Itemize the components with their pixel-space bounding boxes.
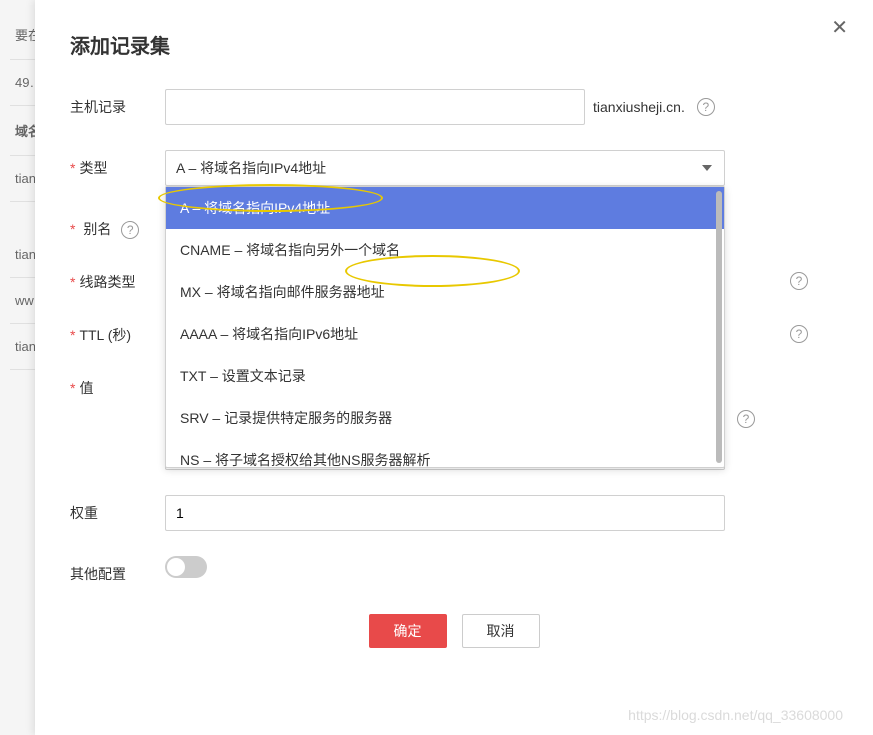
- host-record-row: 主机记录 tianxiusheji.cn. ?: [70, 89, 838, 125]
- type-row: 类型 A – 将域名指向IPv4地址 A – 将域名指向IPv4地址 CNAME…: [70, 150, 838, 186]
- help-icon[interactable]: ?: [121, 221, 139, 239]
- host-input[interactable]: [165, 89, 585, 125]
- confirm-button[interactable]: 确定: [369, 614, 447, 648]
- close-icon: ✕: [831, 17, 848, 39]
- help-icon[interactable]: ?: [790, 325, 808, 343]
- toggle-knob: [167, 558, 185, 576]
- ttl-label: TTL (秒): [70, 317, 165, 345]
- type-label: 类型: [70, 150, 165, 178]
- host-label: 主机记录: [70, 89, 165, 117]
- alias-label: 别名 ?: [70, 211, 165, 239]
- type-selected-value: A – 将域名指向IPv4地址: [176, 158, 326, 178]
- dropdown-option-a[interactable]: A – 将域名指向IPv4地址: [166, 187, 724, 229]
- help-icon[interactable]: ?: [737, 410, 755, 428]
- help-icon[interactable]: ?: [697, 98, 715, 116]
- dropdown-option-aaaa[interactable]: AAAA – 将域名指向IPv6地址: [166, 313, 724, 355]
- scrollbar[interactable]: [716, 191, 722, 463]
- dropdown-option-txt[interactable]: TXT – 设置文本记录: [166, 355, 724, 397]
- dropdown-option-mx[interactable]: MX – 将域名指向邮件服务器地址: [166, 271, 724, 313]
- line-label: 线路类型: [70, 264, 165, 292]
- cancel-button[interactable]: 取消: [462, 614, 540, 648]
- other-config-toggle[interactable]: [165, 556, 207, 578]
- weight-input[interactable]: [165, 495, 725, 531]
- type-select[interactable]: A – 将域名指向IPv4地址: [165, 150, 725, 186]
- dropdown-option-cname[interactable]: CNAME – 将域名指向另外一个域名: [166, 229, 724, 271]
- dropdown-option-srv[interactable]: SRV – 记录提供特定服务的服务器: [166, 397, 724, 439]
- modal-actions: 确定 取消: [70, 614, 838, 648]
- help-icon[interactable]: ?: [790, 272, 808, 290]
- domain-suffix: tianxiusheji.cn.: [593, 99, 685, 115]
- other-config-row: 其他配置: [70, 556, 838, 584]
- chevron-down-icon: [702, 165, 712, 171]
- weight-label: 权重: [70, 495, 165, 523]
- close-button[interactable]: ✕: [831, 15, 848, 40]
- weight-row: 权重: [70, 495, 838, 531]
- other-label: 其他配置: [70, 556, 165, 584]
- modal-title: 添加记录集: [70, 30, 838, 59]
- dropdown-option-ns[interactable]: NS – 将子域名授权给其他NS服务器解析: [166, 439, 724, 467]
- value-label: 值: [70, 370, 165, 398]
- type-dropdown: A – 将域名指向IPv4地址 CNAME – 将域名指向另外一个域名 MX –…: [165, 186, 725, 468]
- add-record-modal: ✕ 添加记录集 主机记录 tianxiusheji.cn. ? 类型 A – 将…: [35, 0, 873, 735]
